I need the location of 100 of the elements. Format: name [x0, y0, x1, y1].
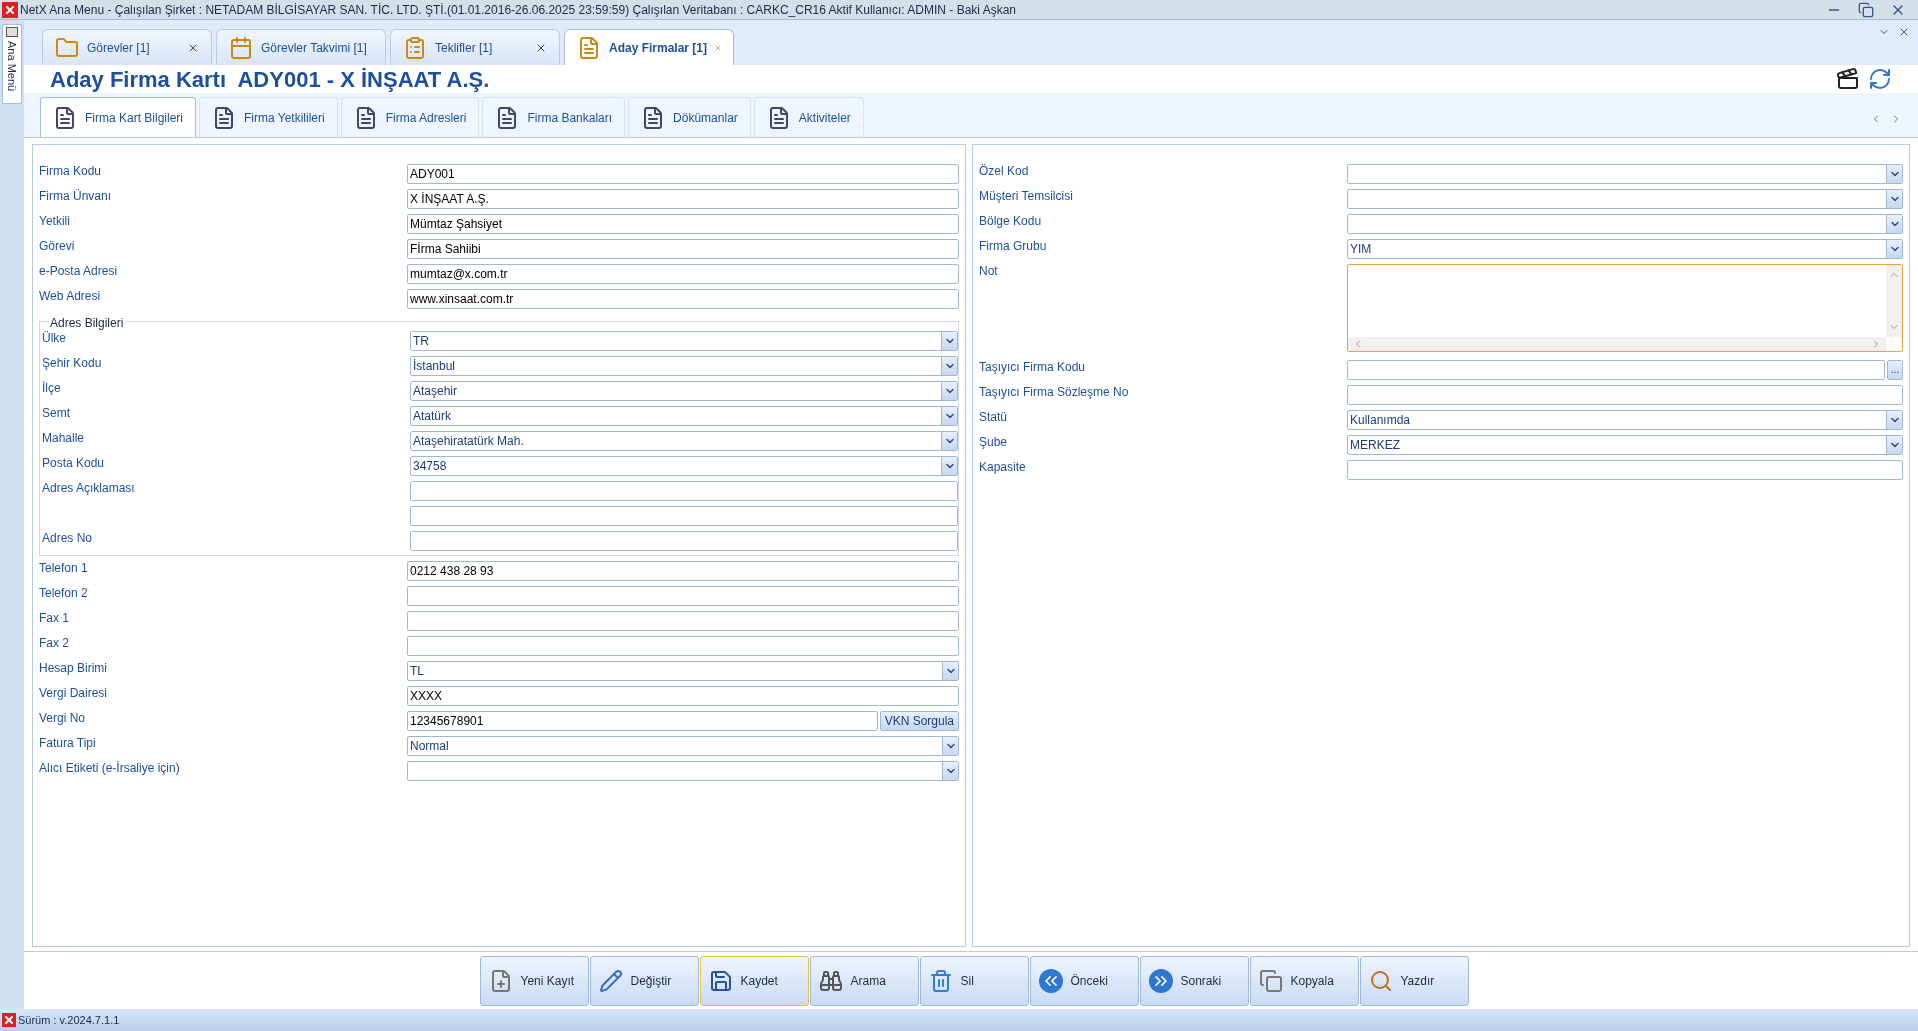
field-label: Alıcı Etiketi (e-İrsaliye için) — [39, 761, 180, 775]
text-field[interactable] — [1347, 385, 1903, 405]
section-tab[interactable]: Firma Yetkilileri — [199, 97, 338, 137]
text-field[interactable] — [407, 636, 959, 656]
text-field[interactable] — [407, 611, 959, 631]
section-tab[interactable]: Dökümanlar — [628, 97, 751, 137]
save-icon — [708, 968, 733, 993]
document-tab[interactable]: Aday Firmalar [1] — [564, 29, 734, 65]
field-label: Bölge Kodu — [979, 214, 1042, 228]
vertical-scrollbar[interactable] — [1886, 265, 1902, 337]
field-label: Fax 1 — [39, 611, 69, 625]
field-label: Vergi No — [39, 711, 86, 725]
binoculars-icon — [818, 968, 843, 993]
text-field[interactable]: Fİrma Sahiibi — [407, 239, 959, 259]
field-label: Statü — [979, 410, 1008, 424]
text-field[interactable]: 0212 438 28 93 — [407, 561, 959, 581]
dropdown-field[interactable]: Kullanımda — [1347, 410, 1903, 430]
field-label: e-Posta Adresi — [39, 264, 118, 278]
previous-icon — [1038, 968, 1063, 993]
text-field[interactable]: mumtaz@x.com.tr — [407, 264, 959, 284]
document-tab[interactable]: Görevler [1] — [42, 29, 212, 65]
text-field[interactable] — [1347, 460, 1903, 480]
section-tab[interactable]: Aktiviteler — [753, 97, 864, 137]
field-label: Şehir Kodu — [42, 356, 102, 370]
field-label: Şube — [979, 435, 1008, 449]
next-icon — [1148, 968, 1173, 993]
field-label: Kapasite — [979, 460, 1026, 474]
clapperboard-icon[interactable] — [1836, 67, 1860, 91]
field-label: Not — [979, 264, 998, 278]
text-field[interactable] — [410, 481, 958, 501]
field-label: Firma Ünvanı — [39, 189, 112, 203]
copy-icon — [1258, 968, 1283, 993]
text-field[interactable] — [410, 506, 958, 526]
dropdown-field[interactable] — [1347, 214, 1903, 234]
field-label: Firma Grubu — [979, 239, 1047, 253]
dropdown-field[interactable] — [1347, 164, 1903, 184]
browse-button[interactable]: ... — [1887, 360, 1903, 380]
text-field[interactable]: X İNŞAAT A.Ş. — [407, 189, 959, 209]
field-label: Fax 2 — [39, 636, 69, 650]
window-title: NetX Ana Menu - Çalışılan Şirket : NETADAM BİLGİSAYAR SAN. TİC. LTD. ŞTİ.(01.01.2016-26.06.2025 23:59:59) Çalışılan Veritabanı : CARKC_CR16 Aktif Kullanıcı: ADMIN - Baki Aşkan — [20, 1, 1016, 19]
document-tab[interactable]: Teklifler [1] — [390, 29, 560, 65]
dropdown-field[interactable]: MERKEZ — [1347, 435, 1903, 455]
section-tab[interactable]: Firma Kart Bilgileri — [40, 97, 196, 137]
field-label: Posta Kodu — [42, 456, 105, 470]
toolbar-button[interactable]: Yazdır — [1359, 955, 1469, 1006]
query-button[interactable]: VKN Sorgula — [879, 711, 959, 731]
page-title: Aday Firma Kartı ADY001 - X İNŞAAT A.Ş. — [50, 65, 490, 94]
text-field[interactable]: XXXX — [407, 686, 959, 706]
field-label: Telefon 1 — [39, 561, 88, 575]
dropdown-field[interactable]: YIM — [1347, 239, 1903, 259]
section-tab[interactable]: Firma Adresleri — [340, 97, 480, 137]
horizontal-scrollbar[interactable] — [1348, 337, 1886, 351]
text-field[interactable] — [1347, 360, 1885, 380]
toolbar-button[interactable]: Yeni Kayıt — [479, 955, 589, 1006]
field-label: Firma Kodu — [39, 164, 102, 178]
field-label: Mahalle — [42, 431, 85, 445]
side-menu-tab[interactable]: Ana Menü — [2, 24, 22, 104]
field-label: Semt — [42, 406, 70, 420]
field-label: İlçe — [42, 381, 61, 395]
pencil-icon — [598, 968, 623, 993]
dropdown-field[interactable]: 34758 — [410, 456, 958, 476]
dropdown-field[interactable]: İstanbul — [410, 356, 958, 376]
text-field[interactable]: ADY001 — [407, 164, 959, 184]
field-label: Web Adresi — [39, 289, 101, 303]
field-label: Özel Kod — [979, 164, 1029, 178]
dropdown-field[interactable]: TR — [410, 331, 958, 351]
text-field[interactable]: www.xinsaat.com.tr — [407, 289, 959, 309]
field-label: Adres No — [42, 531, 93, 545]
document-tab[interactable]: Görevler Takvimi [1] — [216, 29, 386, 65]
text-field[interactable]: Mümtaz Şahsiyet — [407, 214, 959, 234]
field-label: Vergi Dairesi — [39, 686, 108, 700]
field-label: Ülke — [42, 331, 66, 345]
field-label: Adres Açıklaması — [42, 481, 135, 495]
dropdown-field[interactable]: Normal — [407, 736, 959, 756]
dropdown-field[interactable] — [1347, 189, 1903, 209]
toolbar-button[interactable]: Kopyala — [1249, 955, 1359, 1006]
toolbar-button[interactable]: Arama — [809, 955, 919, 1006]
text-field[interactable] — [407, 586, 959, 606]
restore-icon[interactable] — [1858, 1, 1874, 18]
toolbar-button[interactable]: Kaydet — [699, 955, 809, 1006]
dropdown-field[interactable]: Ataşehir — [410, 381, 958, 401]
dropdown-field[interactable]: Ataşehiratatürk Mah. — [410, 431, 958, 451]
refresh-icon[interactable] — [1868, 67, 1892, 91]
toolbar-button[interactable]: Sonraki — [1139, 955, 1249, 1006]
dropdown-field[interactable]: Atatürk — [410, 406, 958, 426]
note-textarea[interactable] — [1347, 264, 1903, 352]
dropdown-field[interactable]: TL — [407, 661, 959, 681]
field-label: Görevi — [39, 239, 75, 253]
toolbar-button[interactable]: Değiştir — [589, 955, 699, 1006]
field-label: Fatura Tipi — [39, 736, 96, 750]
toolbar-button[interactable]: Sil — [919, 955, 1029, 1006]
dropdown-field[interactable] — [407, 761, 959, 781]
close-icon[interactable] — [1898, 26, 1910, 38]
text-field[interactable]: 12345678901 — [407, 711, 878, 731]
toolbar-button[interactable]: Önceki — [1029, 955, 1139, 1006]
field-label: Yetkili — [39, 214, 70, 228]
text-field[interactable] — [410, 531, 958, 551]
section-tab[interactable]: Firma Bankaları — [482, 97, 626, 137]
app-icon — [3, 1014, 15, 1026]
field-label: Müşteri Temsilcisi — [979, 189, 1073, 203]
